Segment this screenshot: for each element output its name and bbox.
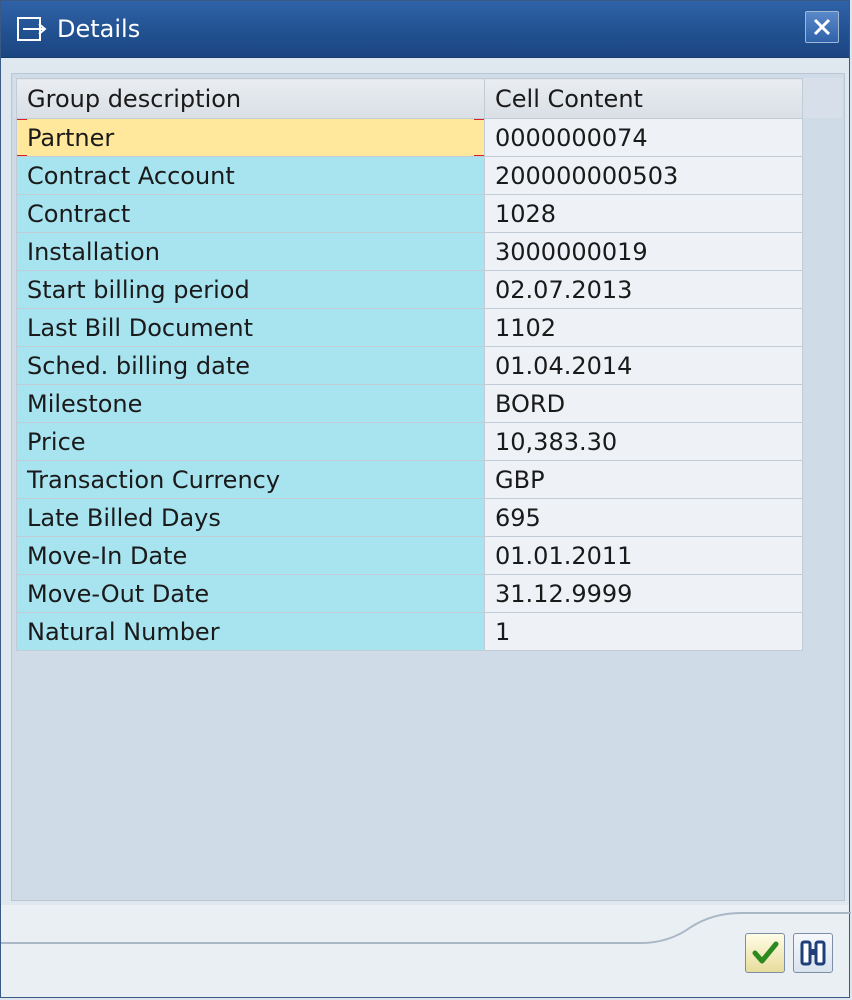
table-row[interactable]: Start billing period 02.07.2013	[16, 270, 803, 309]
column-header-cell-content[interactable]: Cell Content	[484, 78, 803, 119]
row-value[interactable]: 1028	[484, 194, 803, 233]
row-label-text: Partner	[27, 123, 115, 152]
row-value[interactable]: 200000000503	[484, 156, 803, 195]
row-label[interactable]: Move-In Date	[16, 536, 485, 575]
row-label[interactable]: Move-Out Date	[16, 574, 485, 613]
row-value[interactable]: 0000000074	[484, 118, 803, 157]
grid-header-row: Group description Cell Content	[16, 78, 803, 119]
row-value[interactable]: 01.01.2011	[484, 536, 803, 575]
table-row[interactable]: Natural Number 1	[16, 612, 803, 651]
find-button[interactable]	[793, 933, 833, 973]
table-row[interactable]: Move-In Date 01.01.2011	[16, 536, 803, 575]
row-value[interactable]: 3000000019	[484, 232, 803, 271]
row-label[interactable]: Installation	[16, 232, 485, 271]
row-value[interactable]: 02.07.2013	[484, 270, 803, 309]
selection-marker	[17, 119, 27, 131]
selection-marker	[474, 145, 484, 156]
row-label[interactable]: Contract	[16, 194, 485, 233]
row-label[interactable]: Contract Account	[16, 156, 485, 195]
selection-marker	[17, 145, 27, 156]
details-panel: Group description Cell Content Partner 0…	[11, 73, 845, 901]
column-header-group-description[interactable]: Group description	[16, 78, 485, 119]
row-label[interactable]: Price	[16, 422, 485, 461]
row-label[interactable]: Sched. billing date	[16, 346, 485, 385]
row-value[interactable]: 01.04.2014	[484, 346, 803, 385]
table-row[interactable]: Last Bill Document 1102	[16, 308, 803, 347]
footer-divider	[1, 912, 851, 944]
row-label[interactable]: Natural Number	[16, 612, 485, 651]
row-label[interactable]: Late Billed Days	[16, 498, 485, 537]
row-label[interactable]: Last Bill Document	[16, 308, 485, 347]
row-label[interactable]: Start billing period	[16, 270, 485, 309]
table-row[interactable]: Contract 1028	[16, 194, 803, 233]
title-bar: Details	[1, 1, 849, 58]
confirm-button[interactable]	[745, 933, 785, 973]
details-icon	[17, 17, 47, 43]
table-row[interactable]: Milestone BORD	[16, 384, 803, 423]
table-row[interactable]: Transaction Currency GBP	[16, 460, 803, 499]
close-button[interactable]	[805, 11, 839, 43]
table-row[interactable]: Sched. billing date 01.04.2014	[16, 346, 803, 385]
table-row[interactable]: Late Billed Days 695	[16, 498, 803, 537]
row-label[interactable]: Transaction Currency	[16, 460, 485, 499]
dialog-footer	[1, 905, 851, 997]
row-value[interactable]: 695	[484, 498, 803, 537]
row-value[interactable]: 1102	[484, 308, 803, 347]
table-row[interactable]: Price 10,383.30	[16, 422, 803, 461]
table-row[interactable]: Contract Account 200000000503	[16, 156, 803, 195]
row-value[interactable]: 1	[484, 612, 803, 651]
row-value[interactable]: 10,383.30	[484, 422, 803, 461]
details-dialog: Details Group description Cell Content P…	[0, 0, 851, 998]
dialog-title: Details	[57, 15, 141, 43]
row-value[interactable]: GBP	[484, 460, 803, 499]
details-grid: Group description Cell Content Partner 0…	[16, 78, 803, 651]
table-row[interactable]: Installation 3000000019	[16, 232, 803, 271]
row-label[interactable]: Partner	[16, 118, 485, 157]
row-value[interactable]: BORD	[484, 384, 803, 423]
table-row[interactable]: Partner 0000000074	[16, 118, 803, 157]
row-value[interactable]: 31.12.9999	[484, 574, 803, 613]
table-row[interactable]: Move-Out Date 31.12.9999	[16, 574, 803, 613]
selection-marker	[474, 119, 484, 131]
row-label[interactable]: Milestone	[16, 384, 485, 423]
